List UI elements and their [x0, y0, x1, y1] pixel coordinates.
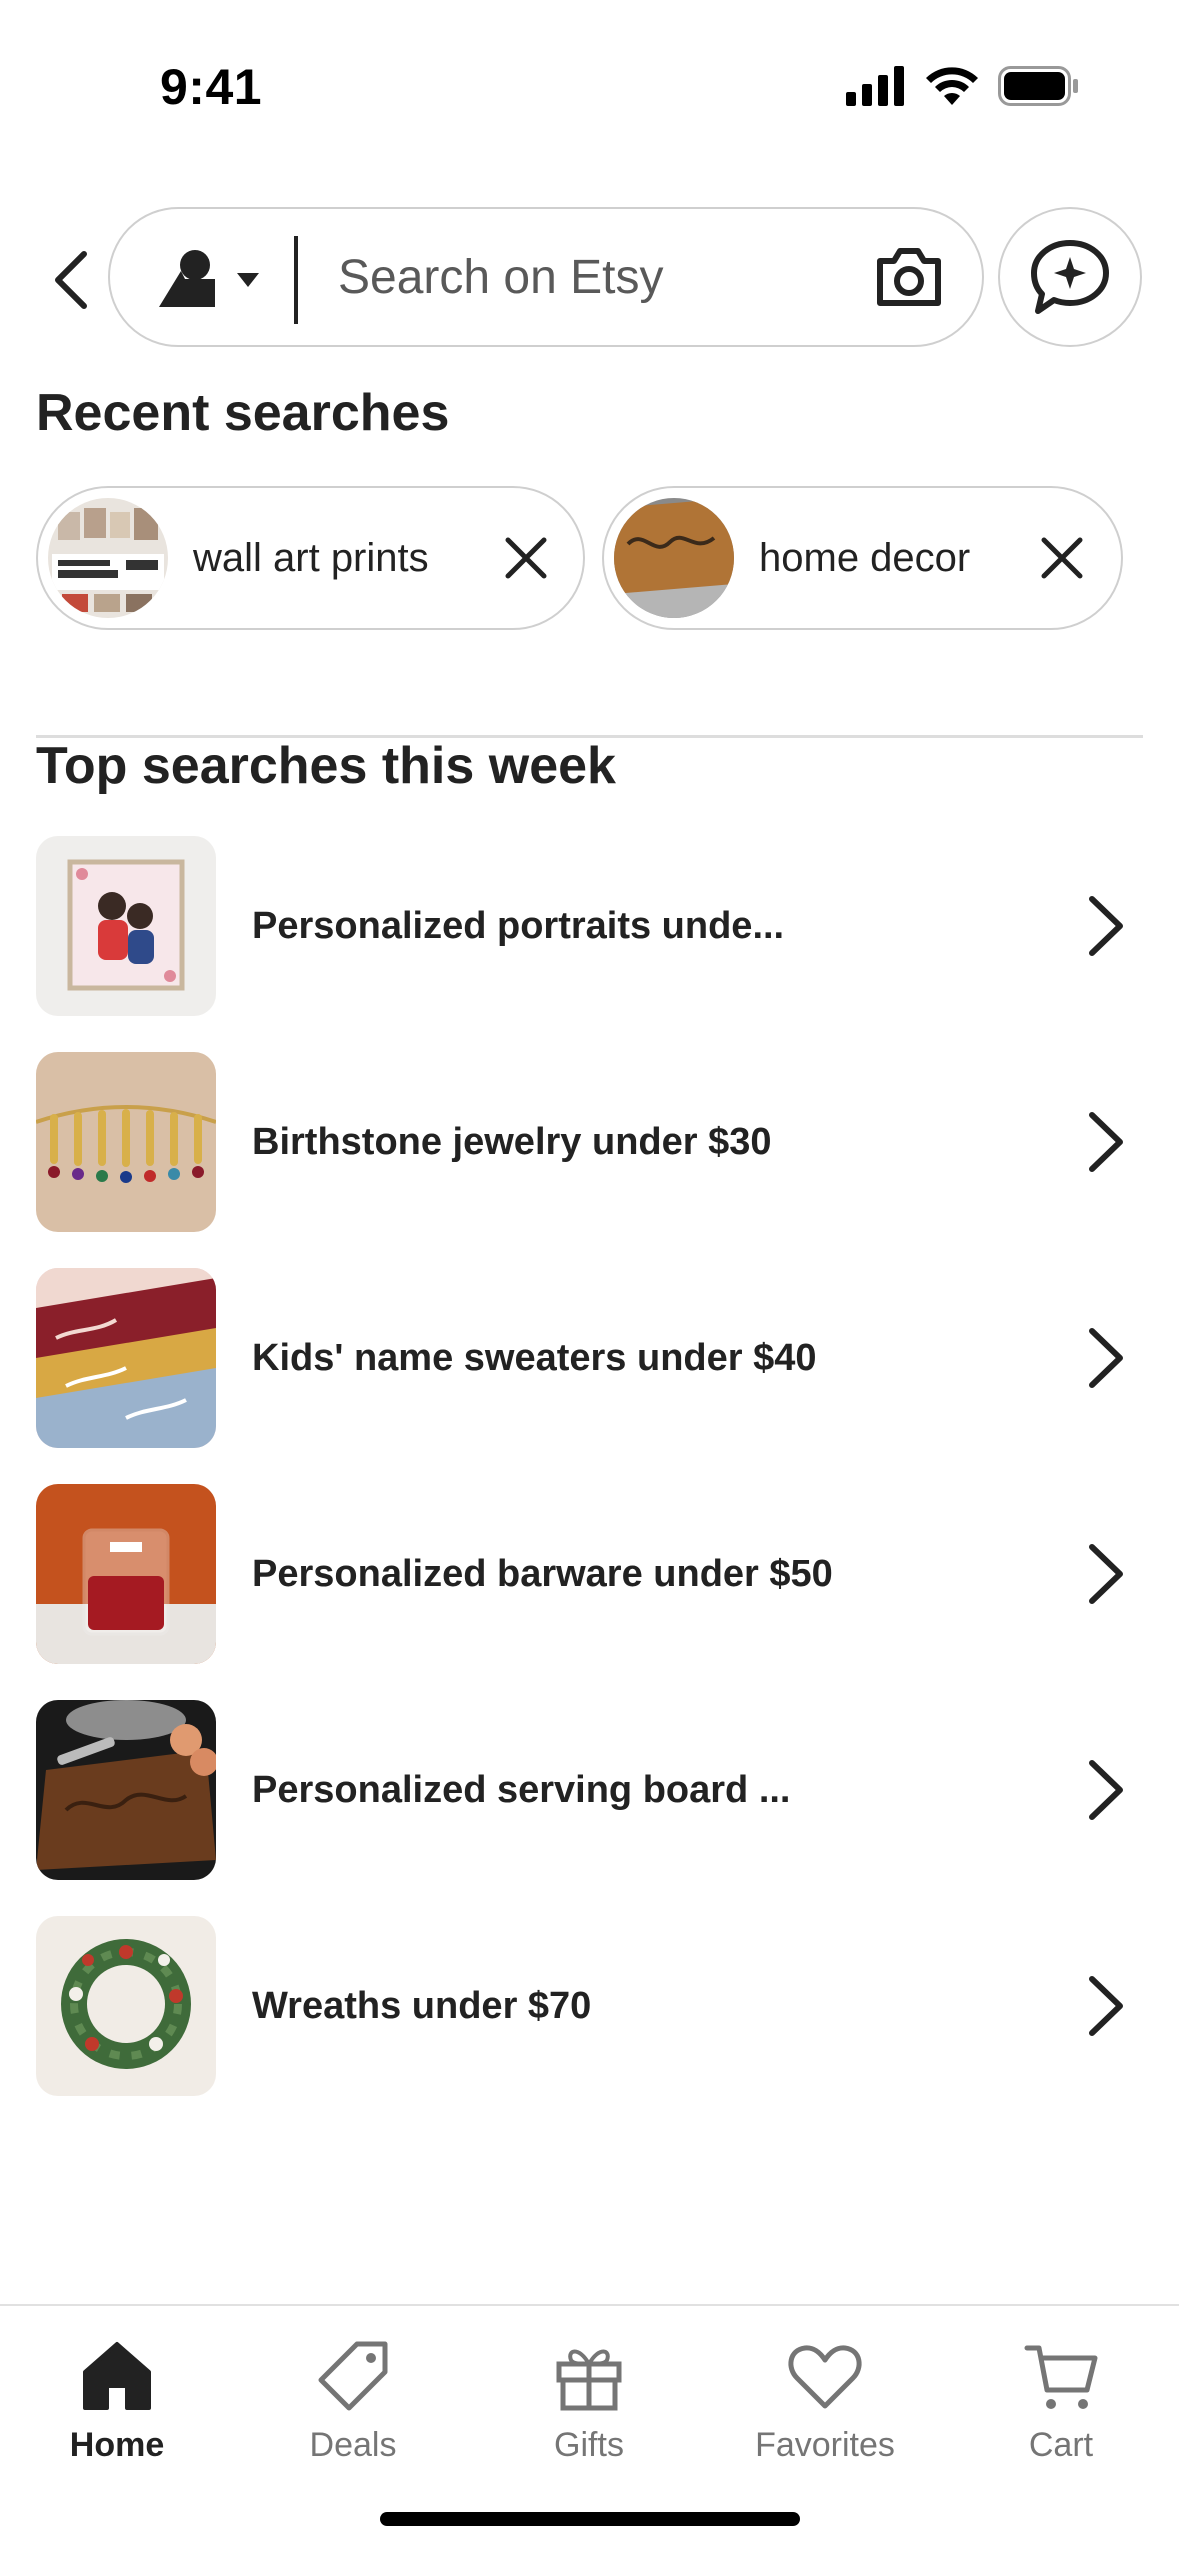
- tab-gifts[interactable]: Gifts: [489, 2326, 689, 2476]
- wifi-icon: [926, 67, 978, 105]
- chevron-right-icon: [1089, 1112, 1123, 1172]
- back-button[interactable]: [40, 240, 100, 320]
- sparkle-chat-icon: [1031, 240, 1109, 314]
- tab-favorites[interactable]: Favorites: [725, 2326, 925, 2476]
- tab-home-label: Home: [69, 2426, 165, 2464]
- top-search-label: Personalized portraits unde...: [252, 905, 785, 947]
- top-search-row[interactable]: Wreaths under $70: [36, 1916, 1143, 2096]
- cellular-signal-icon: [846, 66, 904, 106]
- gift-icon: [556, 2349, 622, 2411]
- barware-thumbnail: [36, 1484, 216, 1664]
- top-search-row[interactable]: Personalized barware under $50: [36, 1484, 1143, 1664]
- top-search-label: Wreaths under $70: [252, 1985, 592, 2027]
- top-search-row[interactable]: Kids' name sweaters under $40: [36, 1268, 1143, 1448]
- chevron-right-icon: [1089, 1328, 1123, 1388]
- tab-cart[interactable]: Cart: [961, 2326, 1161, 2476]
- top-search-row[interactable]: Personalized portraits unde...: [36, 836, 1143, 1016]
- search-divider: [294, 236, 298, 324]
- ai-assistant-button[interactable]: [998, 207, 1142, 347]
- tag-icon: [318, 2341, 388, 2411]
- chevron-right-icon: [1089, 896, 1123, 956]
- tab-deals[interactable]: Deals: [253, 2326, 453, 2476]
- tab-cart-label: Cart: [1028, 2426, 1094, 2464]
- visual-search-button[interactable]: [876, 247, 942, 307]
- close-icon[interactable]: [1034, 530, 1090, 586]
- serving-board-thumbnail: [36, 1700, 216, 1880]
- tab-home[interactable]: Home: [17, 2326, 217, 2476]
- top-search-label: Personalized barware under $50: [252, 1553, 833, 1595]
- search-bar[interactable]: Search on Etsy: [108, 207, 984, 347]
- top-search-label: Personalized serving board ...: [252, 1769, 791, 1811]
- chevron-right-icon: [1089, 1976, 1123, 2036]
- recent-searches-title: Recent searches: [36, 384, 450, 442]
- battery-icon: [998, 66, 1078, 106]
- heart-icon: [788, 2345, 862, 2409]
- chevron-left-icon: [55, 251, 87, 309]
- recent-search-label: wall art prints: [193, 536, 429, 580]
- wreath-thumbnail: [36, 1916, 216, 2096]
- home-indicator: [380, 2512, 800, 2526]
- caret-down-icon: [237, 273, 259, 287]
- status-time: 9:41: [160, 59, 263, 115]
- tab-deals-label: Deals: [309, 2426, 397, 2464]
- tab-favorites-label: Favorites: [755, 2426, 895, 2464]
- top-search-label: Kids' name sweaters under $40: [252, 1337, 817, 1379]
- recent-search-chip[interactable]: wall art prints: [36, 486, 585, 630]
- home-icon: [83, 2342, 151, 2410]
- camera-icon: [877, 248, 941, 306]
- close-icon[interactable]: [498, 530, 554, 586]
- birthstone-jewelry-thumbnail: [36, 1052, 216, 1232]
- chevron-right-icon: [1089, 1760, 1123, 1820]
- top-searches-title: Top searches this week: [36, 737, 616, 795]
- shapes-category-icon: [159, 250, 259, 307]
- doormat-thumbnail: [614, 498, 734, 618]
- tab-gifts-label: Gifts: [554, 2426, 624, 2464]
- top-search-label: Birthstone jewelry under $30: [252, 1121, 772, 1163]
- category-dropdown-button[interactable]: [155, 249, 273, 309]
- recent-search-label: home decor: [759, 536, 971, 580]
- top-search-row[interactable]: Birthstone jewelry under $30: [36, 1052, 1143, 1232]
- wall-art-bundle-thumbnail: [48, 498, 168, 618]
- recent-search-chip[interactable]: home decor: [602, 486, 1123, 630]
- portrait-thumbnail: [36, 836, 216, 1016]
- name-sweaters-thumbnail: [36, 1268, 216, 1448]
- cart-icon: [1024, 2345, 1098, 2409]
- search-input[interactable]: Search on Etsy: [338, 243, 664, 313]
- chevron-right-icon: [1089, 1544, 1123, 1604]
- top-search-row[interactable]: Personalized serving board ...: [36, 1700, 1143, 1880]
